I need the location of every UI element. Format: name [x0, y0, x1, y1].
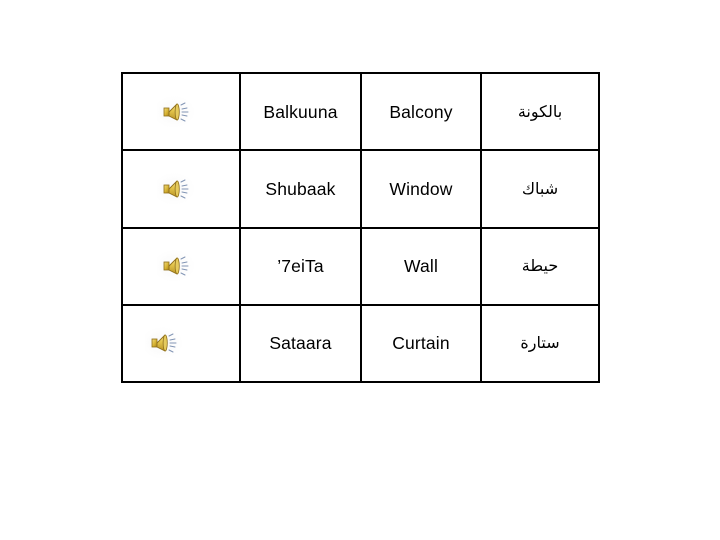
table-row: ’7eiTa Wall حيطة — [121, 226, 600, 306]
arabic-text: حيطة — [521, 256, 559, 276]
arabic-cell: بالكونة — [480, 71, 600, 152]
transliteration-cell: ’7eiTa — [239, 226, 362, 306]
english-text: Curtain — [392, 333, 450, 354]
transliteration-text: Balkuuna — [263, 101, 338, 122]
speaker-icon[interactable] — [145, 327, 183, 360]
english-cell: Wall — [360, 226, 482, 306]
table-row: Shubaak Window شباك — [121, 149, 600, 229]
arabic-cell: شباك — [480, 149, 600, 229]
table-row: Sataara Curtain ستارة — [121, 303, 600, 384]
english-text: Balcony — [389, 101, 453, 122]
audio-cell[interactable] — [121, 71, 241, 152]
english-cell: Window — [360, 149, 482, 229]
transliteration-cell: Balkuuna — [239, 71, 362, 152]
transliteration-text: Sataara — [269, 333, 332, 354]
transliteration-cell: Sataara — [239, 303, 362, 384]
vocabulary-table: Balkuuna Balcony بالكونة Shubaak Window … — [121, 71, 600, 384]
arabic-cell: ستارة — [480, 303, 600, 384]
arabic-text: بالكونة — [517, 101, 563, 121]
transliteration-text: Shubaak — [265, 178, 336, 199]
english-cell: Balcony — [360, 71, 482, 152]
arabic-cell: حيطة — [480, 226, 600, 306]
speaker-icon[interactable] — [157, 172, 195, 205]
arabic-text: شباك — [521, 178, 559, 198]
audio-cell[interactable] — [121, 303, 241, 384]
english-text: Wall — [404, 256, 438, 277]
transliteration-text: ’7eiTa — [277, 256, 324, 277]
english-cell: Curtain — [360, 303, 482, 384]
arabic-text: ستارة — [520, 333, 560, 353]
speaker-icon[interactable] — [157, 250, 195, 283]
audio-cell[interactable] — [121, 226, 241, 306]
slide-canvas: Balkuuna Balcony بالكونة Shubaak Window … — [0, 0, 720, 540]
speaker-icon[interactable] — [157, 95, 195, 128]
audio-cell[interactable] — [121, 149, 241, 229]
transliteration-cell: Shubaak — [239, 149, 362, 229]
vocabulary-table-body: Balkuuna Balcony بالكونة Shubaak Window … — [121, 71, 600, 384]
table-row: Balkuuna Balcony بالكونة — [121, 71, 600, 152]
english-text: Window — [389, 178, 453, 199]
